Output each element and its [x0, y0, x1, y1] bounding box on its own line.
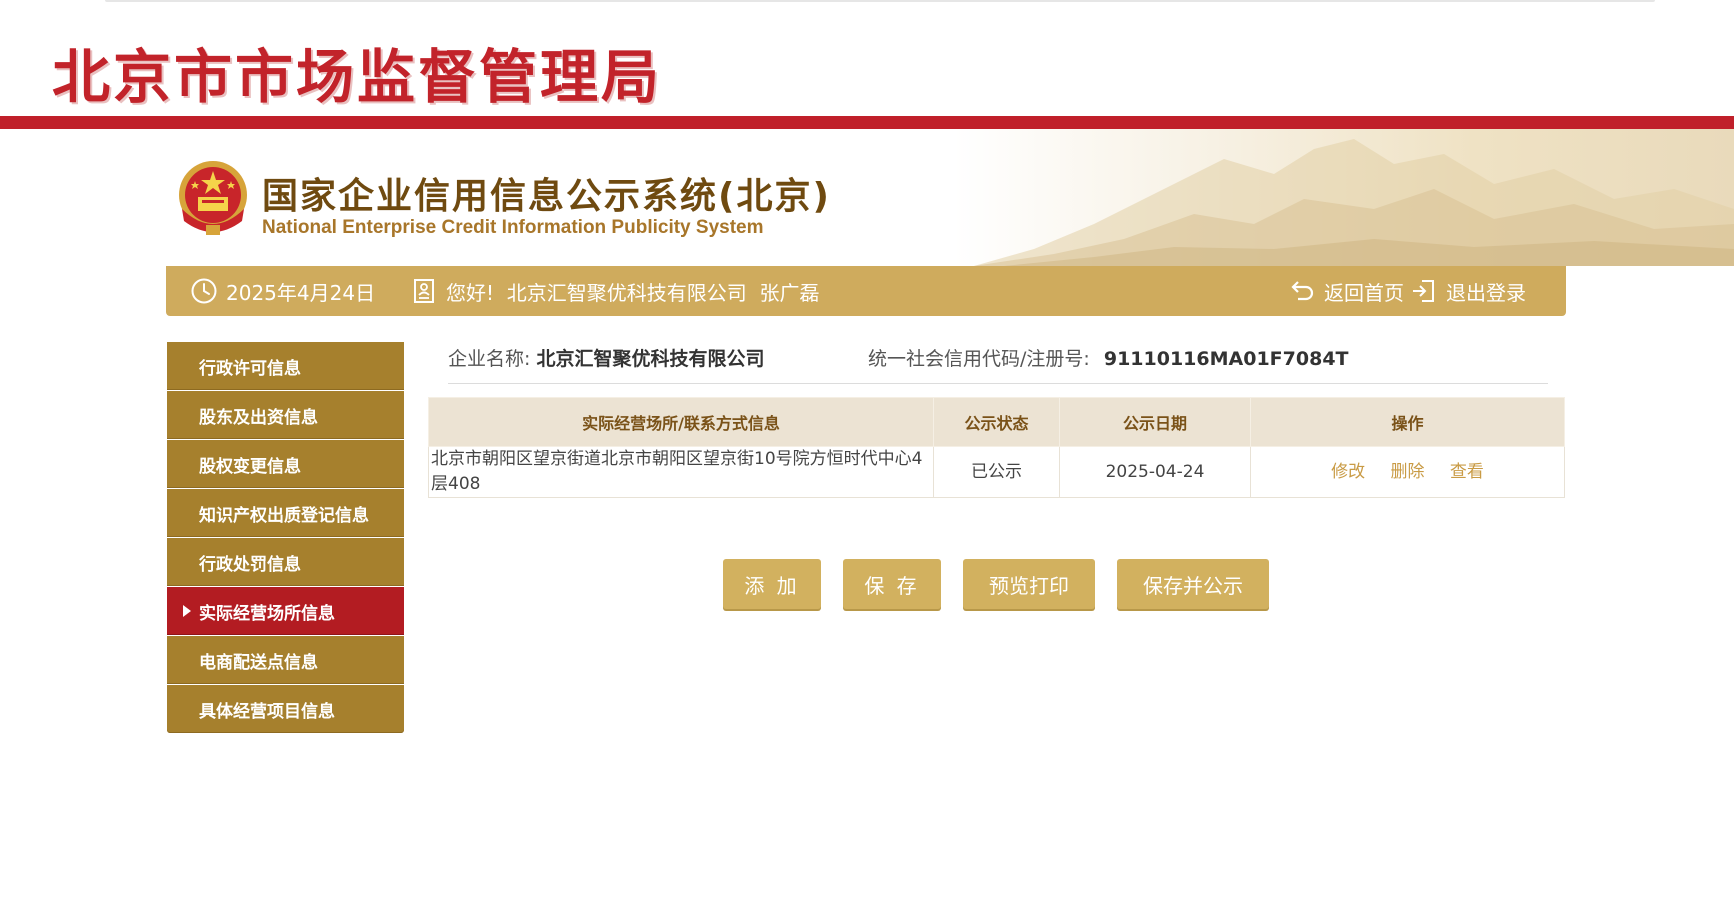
current-date: 2025年4月24日 — [190, 266, 375, 316]
view-link[interactable]: 查看 — [1450, 462, 1484, 482]
add-button[interactable]: 添 加 — [723, 559, 821, 609]
column-header-date: 公示日期 — [1059, 397, 1251, 447]
sidebar-item-label: 实际经营场所信息 — [199, 603, 335, 624]
sidebar-item-label: 股东及出资信息 — [199, 407, 318, 428]
company-name-label: 企业名称: — [448, 348, 531, 370]
sidebar-item-label: 电商配送点信息 — [199, 652, 318, 673]
national-emblem-icon — [179, 161, 247, 235]
table-row: 北京市朝阳区望京街道北京市朝阳区望京街10号院方恒时代中心4层408 已公示 2… — [428, 446, 1565, 498]
save-button[interactable]: 保 存 — [843, 559, 941, 609]
sidebar-item-ecommerce-delivery[interactable]: 电商配送点信息 — [167, 636, 404, 684]
sidebar-item-shareholders[interactable]: 股东及出资信息 — [167, 391, 404, 439]
column-header-address: 实际经营场所/联系方式信息 — [428, 397, 934, 447]
company-name-field: 企业名称: 北京汇智聚优科技有限公司 — [448, 344, 764, 371]
action-buttons: 添 加 保 存 预览打印 保存并公示 — [723, 559, 1269, 609]
sidebar-item-label: 知识产权出质登记信息 — [199, 505, 369, 526]
greeting-text: 您好! 北京汇智聚优科技有限公司 张广磊 — [446, 280, 820, 305]
id-card-icon — [414, 279, 434, 303]
cell-date: 2025-04-24 — [1059, 446, 1251, 498]
edit-link[interactable]: 修改 — [1331, 462, 1365, 482]
return-arrow-icon — [1291, 281, 1314, 301]
system-subtitle: National Enterprise Credit Information P… — [262, 217, 764, 238]
user-greeting: 您好! 北京汇智聚优科技有限公司 张广磊 — [410, 266, 819, 316]
cell-status: 已公示 — [933, 446, 1060, 498]
sidebar-item-ip-pledge[interactable]: 知识产权出质登记信息 — [167, 489, 404, 537]
company-name-value: 北京汇智聚优科技有限公司 — [536, 348, 765, 370]
cell-address: 北京市朝阳区望京街道北京市朝阳区望京街10号院方恒时代中心4层408 — [428, 446, 934, 498]
credit-code-value: 91110116MA01F7084T — [1103, 348, 1349, 370]
sidebar-nav: 行政许可信息 股东及出资信息 股权变更信息 知识产权出质登记信息 行政处罚信息 … — [167, 342, 404, 734]
sidebar-item-label: 具体经营项目信息 — [199, 701, 335, 722]
clock-icon — [191, 278, 217, 304]
user-info-bar: 2025年4月24日 您好! 北京汇智聚优科技有限公司 张广磊 返回首页 退出登… — [166, 266, 1566, 316]
mountain-landscape-decoration — [974, 139, 1734, 266]
sidebar-item-label: 股权变更信息 — [199, 456, 301, 477]
system-banner: 国家企业信用信息公示系统(北京) National Enterprise Cre… — [0, 129, 1734, 266]
cell-actions: 修改 删除 查看 — [1250, 446, 1565, 498]
return-home-label: 返回首页 — [1324, 280, 1404, 305]
top-strip — [0, 0, 1734, 6]
sidebar-item-equity-change[interactable]: 股权变更信息 — [167, 440, 404, 488]
preview-print-button[interactable]: 预览打印 — [963, 559, 1095, 609]
date-text: 2025年4月24日 — [226, 280, 376, 305]
sidebar-item-label: 行政许可信息 — [199, 358, 301, 379]
company-info-row: 企业名称: 北京汇智聚优科技有限公司 统一社会信用代码/注册号: 9111011… — [448, 344, 1548, 384]
site-title: 北京市市场监督管理局 — [52, 43, 663, 111]
credit-code-field: 统一社会信用代码/注册号: 91110116MA01F7084T — [868, 344, 1349, 371]
credit-code-label: 统一社会信用代码/注册号: — [868, 348, 1090, 370]
sidebar-item-admin-penalty[interactable]: 行政处罚信息 — [167, 538, 404, 586]
sidebar-item-admin-license[interactable]: 行政许可信息 — [167, 342, 404, 390]
premises-table: 实际经营场所/联系方式信息 公示状态 公示日期 操作 北京市朝阳区望京街道北京市… — [428, 397, 1565, 498]
save-and-publish-button[interactable]: 保存并公示 — [1117, 559, 1269, 609]
table-header-row: 实际经营场所/联系方式信息 公示状态 公示日期 操作 — [428, 397, 1565, 447]
delete-link[interactable]: 删除 — [1391, 462, 1425, 482]
red-divider-band — [0, 116, 1734, 129]
caret-right-icon — [183, 605, 191, 617]
logout-icon — [1413, 280, 1434, 302]
logout-link[interactable]: 退出登录 — [1410, 266, 1526, 316]
column-header-status: 公示状态 — [933, 397, 1060, 447]
logout-label: 退出登录 — [1446, 280, 1526, 305]
sidebar-item-business-premises[interactable]: 实际经营场所信息 — [167, 587, 404, 635]
sidebar-item-business-items[interactable]: 具体经营项目信息 — [167, 685, 404, 733]
system-title: 国家企业信用信息公示系统(北京) — [262, 176, 831, 217]
return-home-link[interactable]: 返回首页 — [1288, 266, 1404, 316]
sidebar-item-label: 行政处罚信息 — [199, 554, 301, 575]
column-header-actions: 操作 — [1250, 397, 1565, 447]
